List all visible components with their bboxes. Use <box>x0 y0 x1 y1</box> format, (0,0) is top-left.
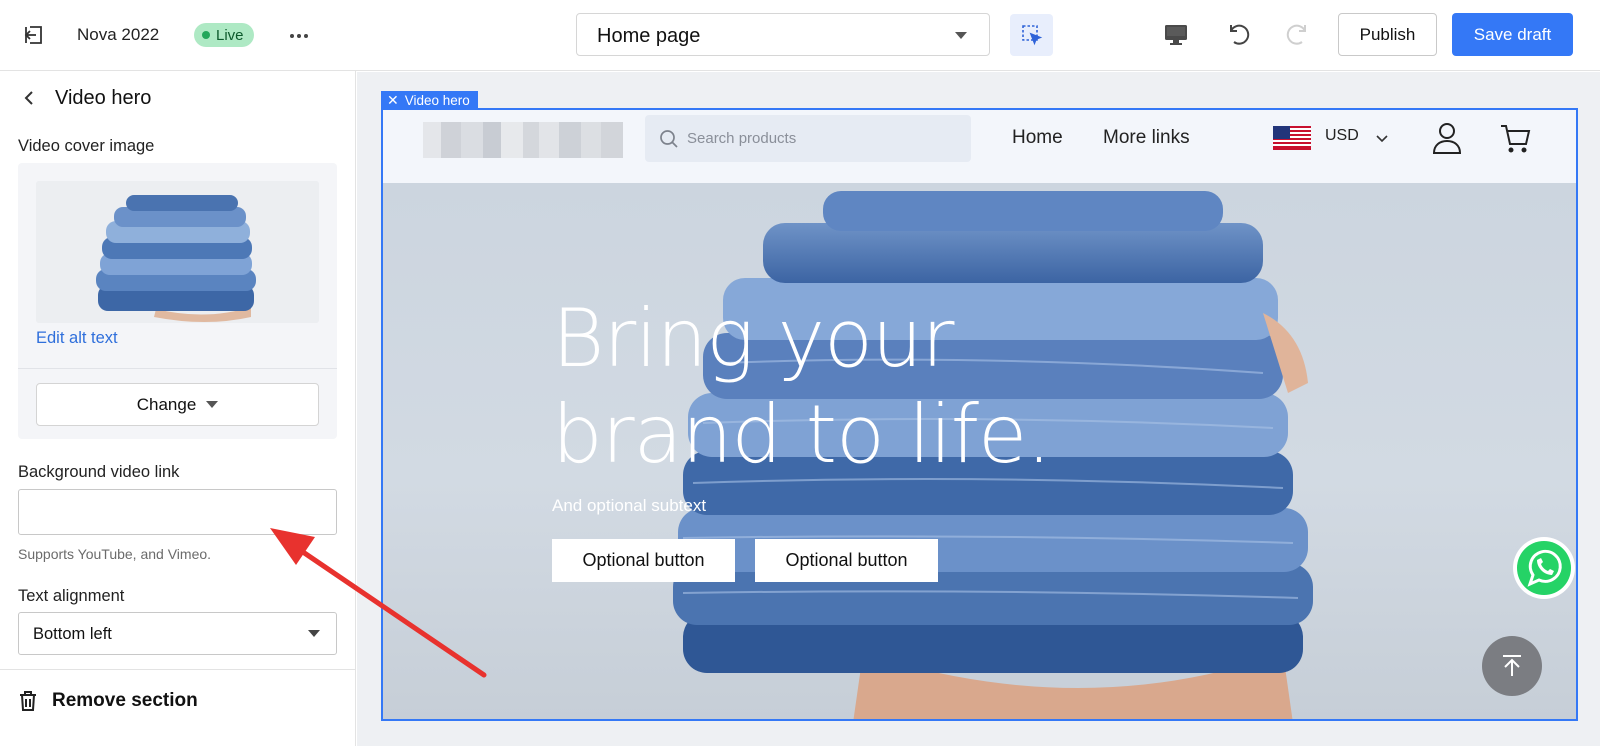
save-draft-button[interactable]: Save draft <box>1452 13 1573 56</box>
exit-icon[interactable] <box>22 23 46 47</box>
video-link-input[interactable] <box>18 489 337 535</box>
caret-down-icon <box>206 401 219 408</box>
trash-icon <box>20 691 36 711</box>
back-chevron-icon[interactable] <box>20 88 40 108</box>
hero-title-line-1: Bring your <box>552 292 955 385</box>
status-badge-label: Live <box>216 26 244 44</box>
alignment-label: Text alignment <box>18 587 125 605</box>
page-selector-value: Home page <box>597 25 701 47</box>
divider <box>0 669 356 670</box>
section-tag-label: Video hero <box>404 92 470 108</box>
hero-button-2[interactable]: Optional button <box>755 539 938 582</box>
currency-selector[interactable]: USD <box>1325 127 1359 145</box>
edit-alt-text-link[interactable]: Edit alt text <box>36 329 118 348</box>
cart-icon[interactable] <box>1499 122 1531 154</box>
search-icon <box>660 130 678 148</box>
hero-title-line-2: brand to life. <box>552 388 1052 481</box>
select-element-icon <box>1021 25 1042 46</box>
search-placeholder: Search products <box>687 130 797 147</box>
divider <box>18 368 337 369</box>
storefront-preview: Search products Home More links USD Brin… <box>381 108 1578 721</box>
store-name: Nova 2022 <box>77 25 160 44</box>
status-badge: Live <box>194 23 254 47</box>
scroll-to-top-button[interactable] <box>1482 636 1542 696</box>
remove-section-label: Remove section <box>52 690 198 711</box>
nav-link-home[interactable]: Home <box>1012 127 1063 149</box>
caret-down-icon <box>308 630 320 637</box>
section-tag[interactable]: ✕ Video hero <box>381 91 478 109</box>
caret-down-icon <box>955 32 967 39</box>
panel-title: Video hero <box>55 87 152 109</box>
alignment-select-value: Bottom left <box>33 625 112 643</box>
redo-icon <box>1286 24 1306 45</box>
publish-button[interactable]: Publish <box>1338 13 1437 56</box>
cover-image-label: Video cover image <box>18 137 155 155</box>
more-icon[interactable] <box>287 24 311 48</box>
chevron-down-icon[interactable] <box>1376 133 1388 143</box>
whatsapp-icon[interactable] <box>1512 536 1576 600</box>
remove-section-button[interactable]: Remove section <box>18 686 198 716</box>
store-logo[interactable] <box>423 122 623 158</box>
status-dot <box>202 31 210 39</box>
page-selector[interactable]: Home page <box>576 13 990 56</box>
alignment-select[interactable]: Bottom left <box>18 612 337 655</box>
video-link-label: Background video link <box>18 463 180 481</box>
search-input[interactable]: Search products <box>645 115 971 162</box>
hero-button-1[interactable]: Optional button <box>552 539 735 582</box>
hero-title: Bring your brand to life. <box>552 291 1252 483</box>
video-link-help: Supports YouTube, and Vimeo. <box>18 546 212 562</box>
change-button[interactable]: Change <box>36 383 319 426</box>
settings-sidebar: Video hero Video cover image Edit alt te… <box>0 71 356 746</box>
top-bar: Nova 2022 Live Home page Publish Save dr… <box>0 0 1600 71</box>
hero-subtext: And optional subtext <box>552 496 707 515</box>
store-header: Search products Home More links USD <box>383 110 1576 183</box>
cover-image-thumbnail[interactable] <box>36 181 319 323</box>
close-icon[interactable]: ✕ <box>387 92 399 109</box>
cover-image-card: Edit alt text Change <box>18 163 337 439</box>
hero-banner: Bring your brand to life. And optional s… <box>383 183 1576 719</box>
nav-link-more-links[interactable]: More links <box>1103 127 1190 149</box>
undo-icon[interactable] <box>1224 20 1252 48</box>
desktop-icon[interactable] <box>1163 22 1189 48</box>
us-flag-icon <box>1273 126 1311 150</box>
account-icon[interactable] <box>1431 121 1463 155</box>
scroll-to-top-icon <box>1503 655 1521 676</box>
change-button-label: Change <box>136 394 197 414</box>
select-element-button[interactable] <box>1010 14 1053 56</box>
